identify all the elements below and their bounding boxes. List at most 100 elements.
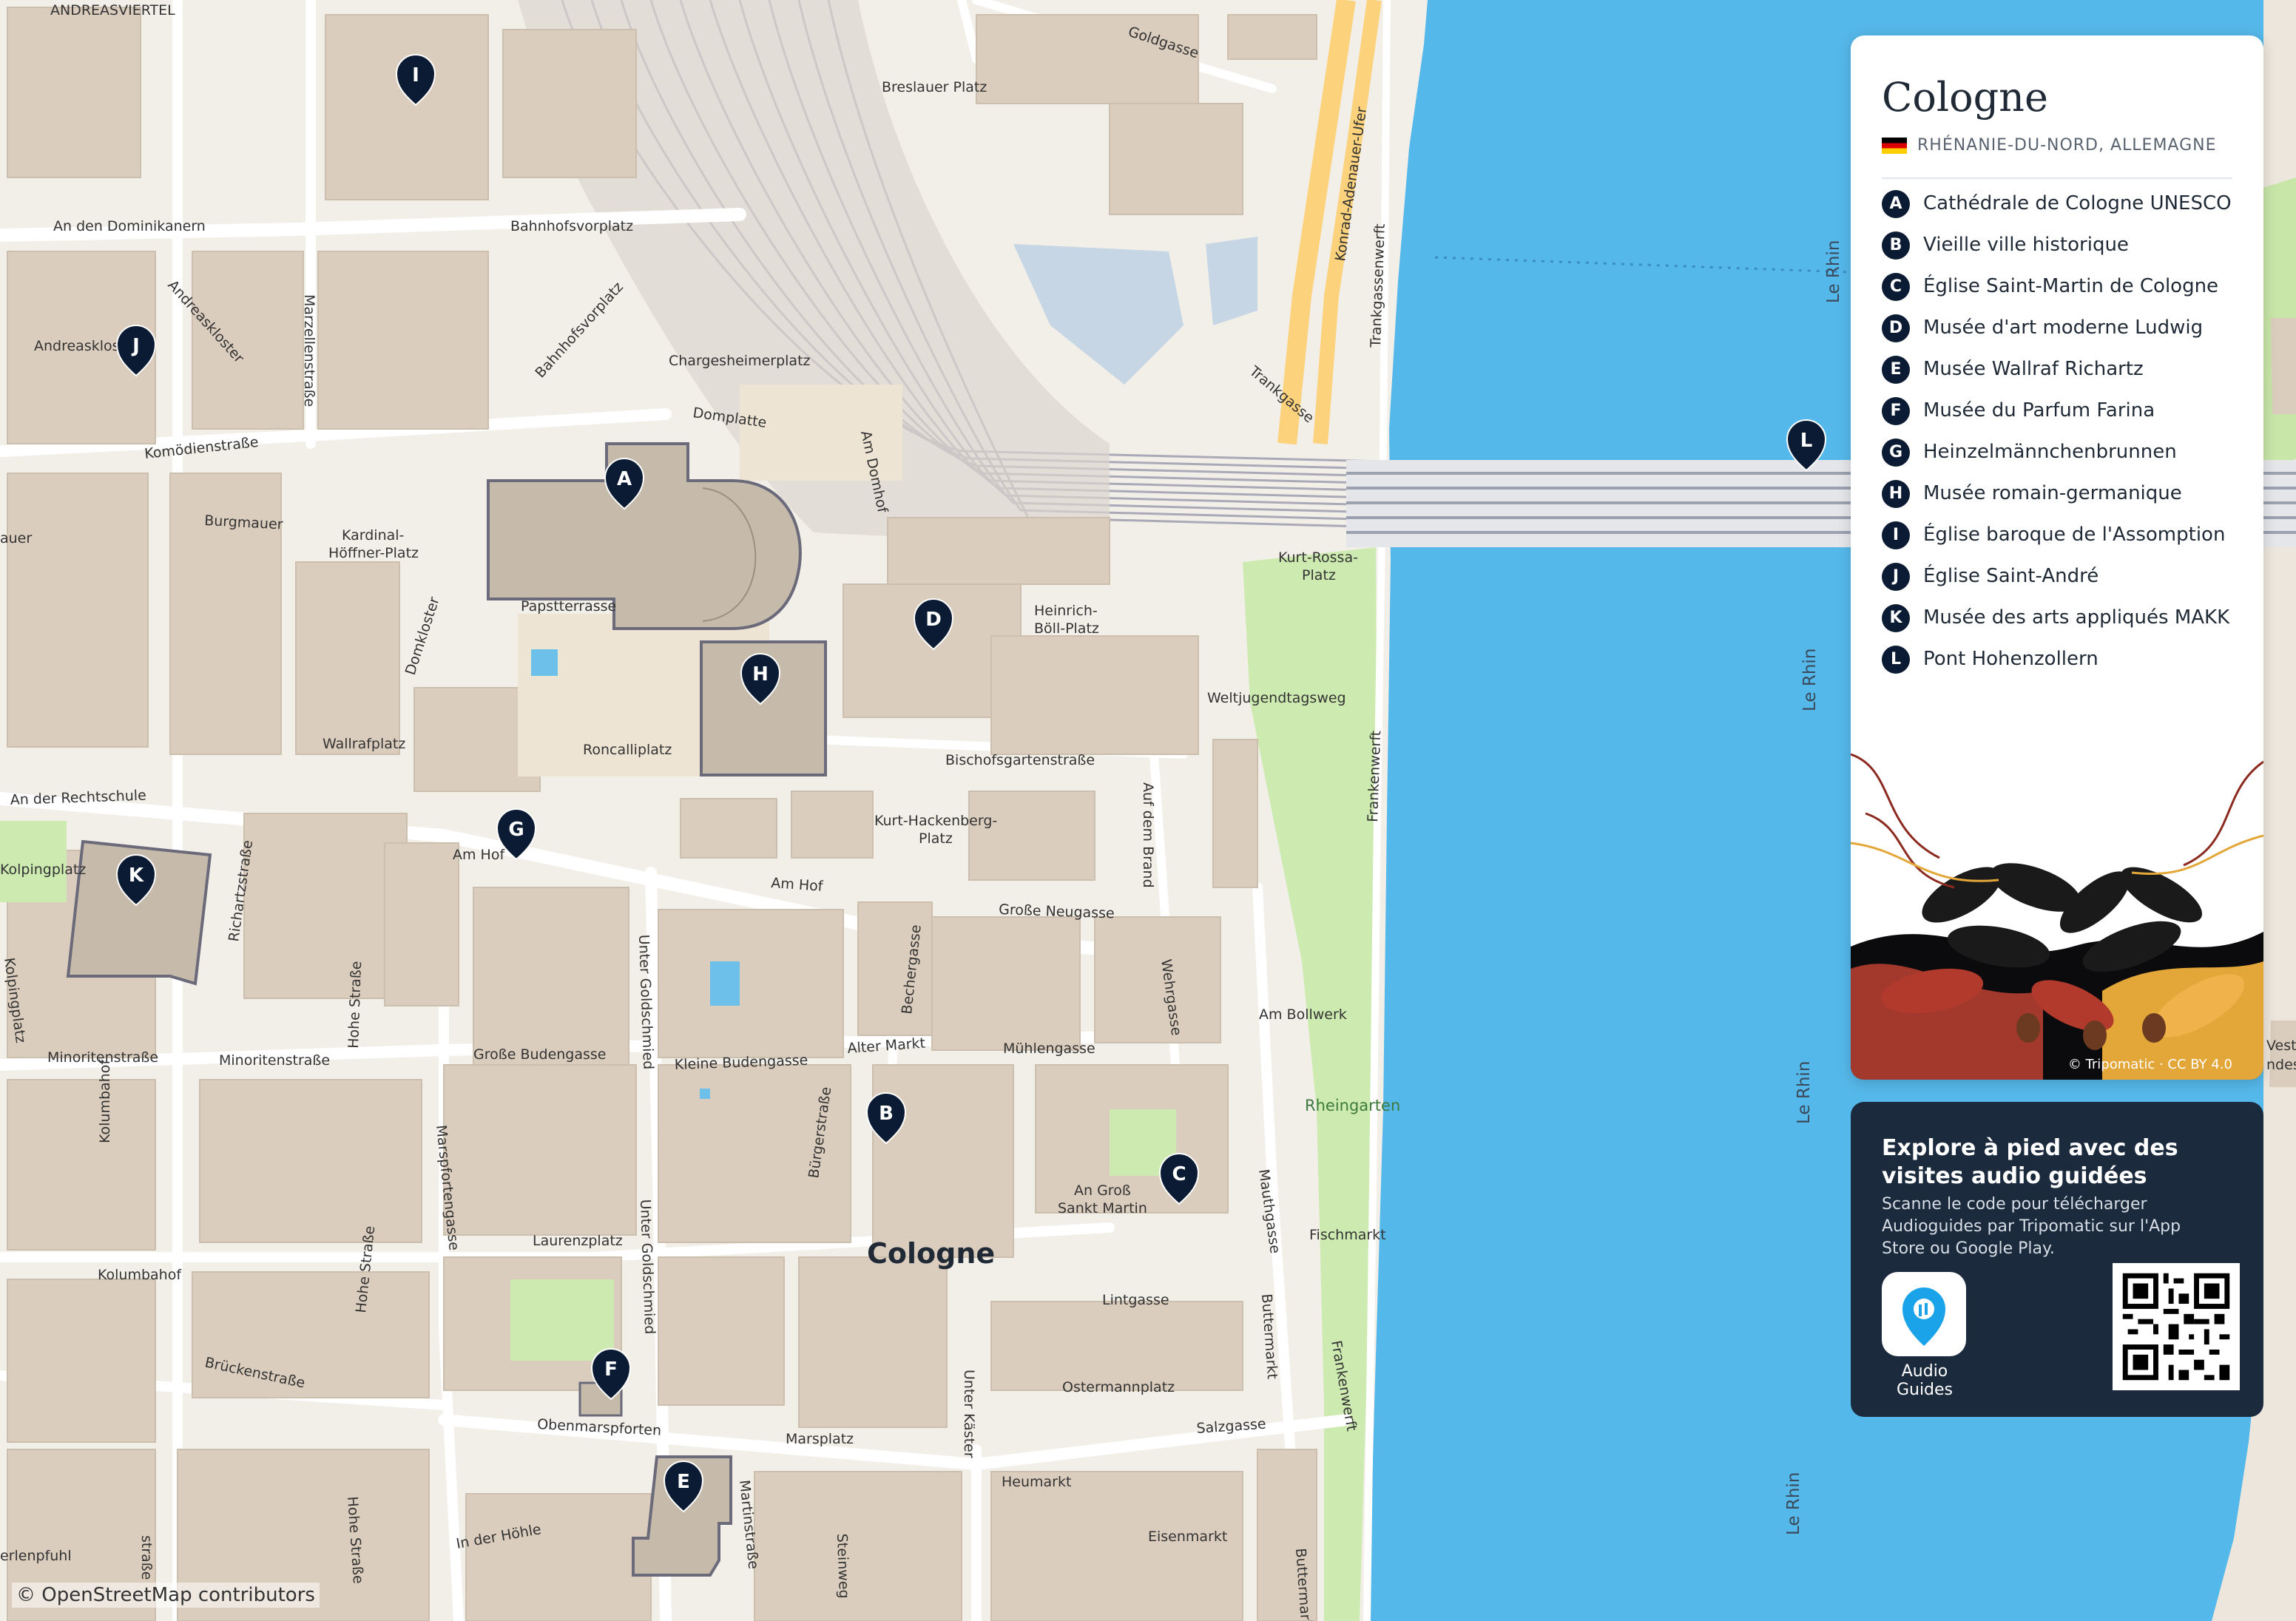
label-kolumbahof: Kolumbahof: [98, 1267, 182, 1283]
label-vest: Vest: [2266, 1038, 2296, 1054]
label-heumarkt: Heumarkt: [1002, 1474, 1071, 1490]
svg-text:H: H: [752, 663, 769, 686]
label-andreasviertel: ANDREASVIERTEL: [50, 2, 175, 18]
osm-attribution[interactable]: © OpenStreetMap contributors: [12, 1583, 320, 1608]
legend-item[interactable]: A Cathédrale de Cologne UNESCO: [1882, 190, 2244, 218]
legend-item-label: Église baroque de l'Assomption: [1923, 524, 2226, 546]
promo-title: Explore à pied avec des visites audio gu…: [1882, 1135, 2178, 1189]
label-auer: auer: [0, 530, 32, 546]
legend-badge: K: [1882, 604, 1910, 632]
legend-badge: F: [1882, 397, 1910, 425]
svg-text:D: D: [925, 609, 942, 631]
label-chargesheimerplatz: Chargesheimerplatz: [669, 353, 811, 369]
label-kolpingplatz: Kolpingplatz: [0, 862, 86, 878]
label-frankenwerft: Frankenwerft: [1365, 731, 1384, 823]
label-laurenzplatz: Laurenzplatz: [533, 1233, 623, 1249]
label-kurt-rossa: Kurt-Rossa-: [1278, 549, 1358, 566]
legend-item[interactable]: L Pont Hohenzollern: [1882, 646, 2244, 674]
label-le-rhin-3: Le Rhin: [1794, 1061, 1814, 1124]
audio-guides-app-icon[interactable]: [1882, 1272, 1966, 1356]
label-kardinal: Kardinal-: [342, 527, 404, 544]
qr-code-icon[interactable]: [2113, 1263, 2240, 1390]
germany-flag-icon: [1882, 137, 1907, 154]
label-am-bollwerk: Am Bollwerk: [1259, 1006, 1347, 1023]
region-subtitle: RHÉNANIE-DU-NORD, ALLEMAGNE: [1882, 136, 2217, 155]
label-fischmarkt: Fischmarkt: [1309, 1227, 1386, 1243]
label-erlenpfuhl: erlenpfuhl: [0, 1548, 72, 1564]
label-marzellenstrasse: Marzellenstraße: [301, 294, 317, 407]
poi-legend-list: A Cathédrale de Cologne UNESCO B Vieille v…: [1882, 190, 2244, 688]
region-text: RHÉNANIE-DU-NORD, ALLEMAGNE: [1917, 136, 2217, 155]
legend-item[interactable]: I Église baroque de l'Assomption: [1882, 521, 2244, 549]
legend-badge: G: [1882, 439, 1910, 467]
label-breslauer-platz: Breslauer Platz: [882, 79, 987, 95]
legend-item-label: Cathédrale de Cologne UNESCO: [1923, 192, 2232, 214]
legend-badge: A: [1882, 190, 1910, 218]
city-title: Cologne: [1882, 74, 2048, 121]
illustration-credit: © Tripomatic · CC BY 4.0: [2067, 1057, 2232, 1072]
legend-item-label: Musée d'art moderne Ludwig: [1923, 317, 2204, 339]
label-eisenmarkt: Eisenmarkt: [1148, 1529, 1227, 1545]
label-andreasklos: Andreasklos: [34, 338, 120, 354]
svg-text:E: E: [677, 1471, 690, 1493]
label-sankt-martin: Sankt Martin: [1058, 1200, 1147, 1216]
label-ostermannplatz: Ostermannplatz: [1062, 1379, 1175, 1395]
legend-item-label: Musée du Parfum Farina: [1923, 399, 2155, 422]
legend-item[interactable]: H Musée romain-germanique: [1882, 480, 2244, 508]
label-le-rhin-1: Le Rhin: [1824, 240, 1843, 303]
legend-item-label: Vieille ville historique: [1923, 234, 2129, 256]
label-heinrich: Heinrich-: [1034, 603, 1098, 619]
legend-panel: Cologne RHÉNANIE-DU-NORD, ALLEMAGNE A Cat…: [1851, 35, 2263, 1080]
legend-badge: I: [1882, 521, 1910, 549]
label-auf-dem-brand: Auf dem Brand: [1140, 782, 1156, 888]
label-bahnhofsvorplatz: Bahnhofsvorplatz: [510, 218, 633, 234]
label-wallrafplatz: Wallrafplatz: [323, 736, 405, 752]
label-am-hof: Am Hof: [453, 847, 505, 863]
legend-badge: J: [1882, 563, 1910, 591]
legend-item-label: Musée des arts appliqués MAKK: [1923, 606, 2230, 629]
oak-leaves-illustration: [1851, 753, 2263, 1080]
label-le-rhin-2: Le Rhin: [1800, 649, 1820, 711]
app-label: Audio Guides: [1896, 1362, 1954, 1399]
promo-text: Scanne le code pour télécharger Audiogui…: [1882, 1195, 2181, 1258]
label-rheingarten: Rheingarten: [1305, 1097, 1400, 1114]
label-le-rhin-4: Le Rhin: [1784, 1472, 1803, 1535]
svg-text:I: I: [412, 64, 419, 87]
label-papstterrasse: Papstterrasse: [521, 598, 616, 615]
label-bischofsgartenstrasse: Bischofsgartenstraße: [945, 752, 1095, 768]
svg-text:F: F: [604, 1358, 618, 1381]
label-boell-platz: Böll-Platz: [1034, 620, 1099, 637]
legend-item[interactable]: G Heinzelmännchenbrunnen: [1882, 439, 2244, 467]
label-hoeffner-platz: Höffner-Platz: [328, 545, 419, 561]
parking-area-2: [1206, 237, 1257, 325]
legend-item[interactable]: J Église Saint-André: [1882, 563, 2244, 591]
svg-text:B: B: [879, 1103, 894, 1125]
label-cologne: Cologne: [867, 1237, 995, 1270]
legend-item-label: Église Saint-Martin de Cologne: [1923, 275, 2219, 297]
label-roncalliplatz: Roncalliplatz: [583, 742, 672, 758]
legend-badge: H: [1882, 480, 1910, 508]
legend-item[interactable]: D Musée d'art moderne Ludwig: [1882, 314, 2244, 342]
label-an-den-dominikanern: An den Dominikanern: [53, 218, 206, 234]
label-muehlengasse: Mühlengasse: [1003, 1040, 1095, 1057]
legend-item[interactable]: F Musée du Parfum Farina: [1882, 397, 2244, 425]
label-kurt-hackenberg-platz: Platz: [919, 830, 953, 847]
legend-item-label: Musée Wallraf Richartz: [1923, 358, 2144, 380]
label-kurt-hackenberg: Kurt-Hackenberg-: [874, 813, 997, 829]
svg-text:C: C: [1172, 1163, 1186, 1185]
label-kurt-rossa-platz: Platz: [1302, 567, 1336, 583]
label-marsplatz: Marsplatz: [786, 1431, 854, 1447]
legend-badge: C: [1882, 273, 1910, 301]
label-grosse-budengasse: Große Budengasse: [473, 1046, 607, 1063]
svg-text:K: K: [129, 864, 144, 887]
legend-badge: E: [1882, 356, 1910, 384]
legend-item[interactable]: B Vieille ville historique: [1882, 231, 2244, 260]
app-pin-icon: [1902, 1287, 1945, 1346]
legend-badge: D: [1882, 314, 1910, 342]
legend-item[interactable]: K Musée des arts appliqués MAKK: [1882, 604, 2244, 632]
legend-item[interactable]: E Musée Wallraf Richartz: [1882, 356, 2244, 384]
svg-text:G: G: [508, 819, 524, 841]
label-ndes: ndes: [2266, 1057, 2296, 1073]
legend-badge: L: [1882, 646, 1910, 674]
legend-item[interactable]: C Église Saint-Martin de Cologne: [1882, 273, 2244, 301]
